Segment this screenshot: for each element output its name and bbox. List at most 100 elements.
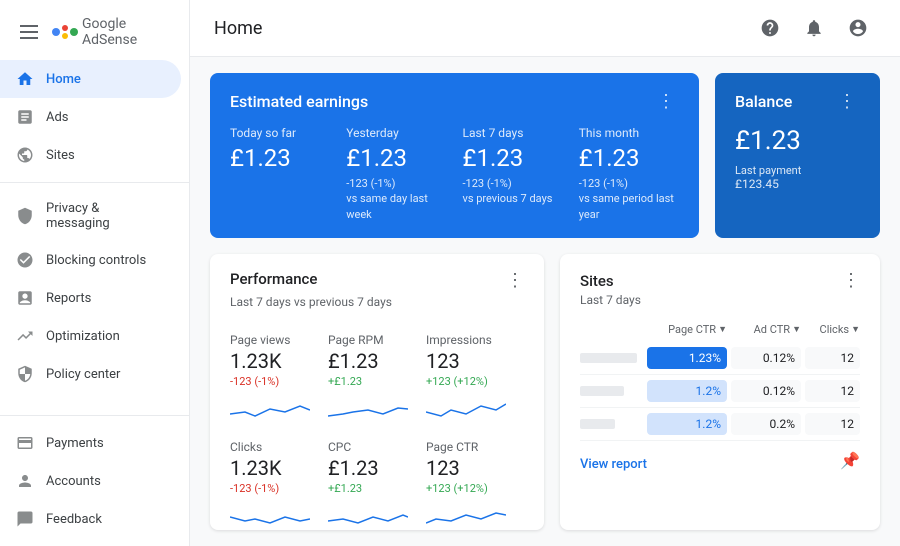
earnings-7days-amount: £1.23 [463,144,563,172]
sidebar-label-feedback: Feedback [46,512,102,527]
metric-pagectr-value: 123 [426,456,524,480]
sidebar-item-blocking[interactable]: Blocking controls [0,241,181,279]
site-name-bar-1 [580,353,643,363]
earnings-today: Today so far £1.23 [230,126,330,222]
earnings-yesterday-label: Yesterday [346,126,446,140]
sites-subtitle: Last 7 days [580,293,860,307]
earnings-more-button[interactable]: ⋮ [653,89,679,114]
earnings-card-header: Estimated earnings ⋮ [230,89,679,114]
logo-colors [52,25,78,39]
accounts-icon [16,472,34,490]
balance-last-payment-label: Last payment [735,164,860,177]
site-name-bar-2 [580,386,643,396]
sidebar-label-ads: Ads [46,110,69,125]
site-clicks-1: 12 [805,347,860,369]
logo-dot-green [70,28,78,36]
metric-cpc-label: CPC [328,440,426,454]
metric-cpc-change: +£1.23 [328,482,426,495]
metric-pageviews-label: Page views [230,333,328,347]
earnings-today-label: Today so far [230,126,330,140]
sidebar-label-sites: Sites [46,148,75,163]
main-content: Home Estimated earnings ⋮ [190,0,900,546]
balance-card: Balance ⋮ £1.23 Last payment £123.45 [715,73,880,238]
sites-table: Page CTR ▼ Ad CTR ▼ Clicks ▼ [580,319,860,441]
optimization-icon [16,327,34,345]
sidebar-item-optimization[interactable]: Optimization [0,317,181,355]
sidebar-label-home: Home [46,72,81,87]
sidebar-item-accounts[interactable]: Accounts [0,462,181,500]
sidebar-label-privacy: Privacy & messaging [46,201,165,231]
metric-clicks-value: 1.23K [230,456,328,480]
sidebar-item-ads[interactable]: Ads [0,98,181,136]
sidebar: Google AdSense Home Ads Sites Privacy & … [0,0,190,546]
blocking-icon [16,251,34,269]
sidebar-item-sites[interactable]: Sites [0,136,181,174]
earnings-today-amount: £1.23 [230,144,330,172]
metric-pagerpm-value: £1.23 [328,349,426,373]
metric-pagectr-label: Page CTR [426,440,524,454]
earnings-yesterday-amount: £1.23 [346,144,446,172]
col-header-pagectr[interactable]: Page CTR ▼ [647,323,727,336]
home-icon [16,70,34,88]
perf-header: Performance ⋮ [230,270,524,291]
bottom-row: Performance ⋮ Last 7 days vs previous 7 … [210,254,880,530]
logo: Google AdSense [52,16,173,48]
sidebar-item-payments[interactable]: Payments [0,424,181,462]
sidebar-item-privacy[interactable]: Privacy & messaging [0,191,181,241]
balance-more-button[interactable]: ⋮ [834,89,860,114]
earnings-yesterday-change: -123 (-1%)vs same day last week [346,176,446,222]
account-icon[interactable] [840,10,876,46]
nav-divider-1 [0,182,189,183]
top-bar: Home [190,0,900,57]
earnings-grid: Today so far £1.23 Yesterday £1.23 -123 … [230,126,679,222]
performance-card: Performance ⋮ Last 7 days vs previous 7 … [210,254,544,530]
page-title: Home [214,18,262,39]
site-pagectr-2: 1.2% [647,380,727,402]
metrics-grid: Page views 1.23K -123 (-1%) Page RPM £1.… [230,325,524,530]
sidebar-header: Google AdSense [0,8,189,60]
sidebar-item-home[interactable]: Home [0,60,181,98]
metric-pageviews-change: -123 (-1%) [230,375,328,388]
earnings-month-label: This month [579,126,679,140]
perf-title: Performance [230,270,317,288]
metric-impressions-change: +123 (+12%) [426,375,524,388]
earnings-7days: Last 7 days £1.23 -123 (-1%)vs previous … [463,126,563,222]
sidebar-item-reports[interactable]: Reports [0,279,181,317]
top-icons [752,10,876,46]
logo-dot-blue [52,28,60,36]
sidebar-item-policy[interactable]: Policy center [0,355,181,393]
sites-header: Sites ⋮ [580,270,860,291]
sidebar-label-payments: Payments [46,436,104,451]
earnings-7days-label: Last 7 days [463,126,563,140]
help-icon[interactable] [752,10,788,46]
perf-more-button[interactable]: ⋮ [506,270,524,291]
earnings-row: Estimated earnings ⋮ Today so far £1.23 … [210,73,880,238]
sites-title: Sites [580,272,614,290]
metric-pagerpm-change: +£1.23 [328,375,426,388]
sites-table-header: Page CTR ▼ Ad CTR ▼ Clicks ▼ [580,319,860,342]
table-row: 1.2% 0.12% 12 [580,375,860,408]
logo-text: Google AdSense [82,16,173,48]
metric-cpc-sparkline [328,501,426,530]
col-header-adctr[interactable]: Ad CTR ▼ [731,323,801,336]
notifications-icon[interactable] [796,10,832,46]
earnings-7days-change: -123 (-1%)vs previous 7 days [463,176,563,207]
sidebar-label-reports: Reports [46,291,91,306]
sites-view-report[interactable]: View report [580,457,647,472]
metric-pagerpm: Page RPM £1.23 +£1.23 [328,325,426,432]
site-clicks-3: 12 [805,413,860,435]
sites-more-button[interactable]: ⋮ [842,270,860,291]
site-adctr-3: 0.2% [731,413,801,435]
balance-amount: £1.23 [735,126,860,156]
clicks-sort-icon: ▼ [851,324,860,335]
site-name-bar-3 [580,419,643,429]
metric-pagerpm-sparkline [328,394,426,424]
earnings-month-change: -123 (-1%)vs same period last year [579,176,679,222]
col-header-clicks[interactable]: Clicks ▼ [805,323,860,336]
site-clicks-2: 12 [805,380,860,402]
sidebar-label-policy: Policy center [46,367,120,382]
ads-icon [16,108,34,126]
menu-icon[interactable] [16,21,42,43]
sidebar-item-feedback[interactable]: Feedback [0,500,181,538]
metric-pageviews: Page views 1.23K -123 (-1%) [230,325,328,432]
